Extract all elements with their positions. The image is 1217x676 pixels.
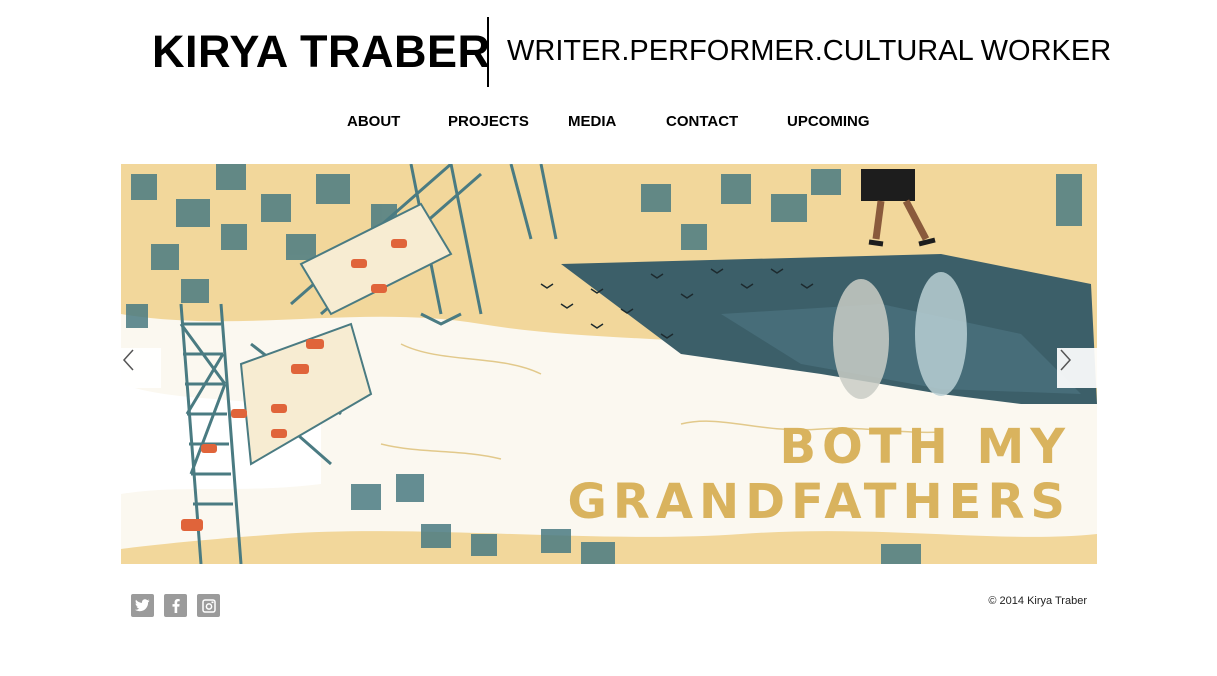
header-divider <box>487 17 489 87</box>
slide-title-line2: GRANDFATHERS <box>567 474 1071 530</box>
chevron-right-icon <box>1060 349 1072 371</box>
slider-prev-button[interactable] <box>121 348 161 388</box>
twitter-link[interactable] <box>131 594 154 617</box>
copyright-text: © 2014 Kirya Traber <box>988 595 1087 607</box>
facebook-link[interactable] <box>164 594 187 617</box>
nav-item-media[interactable]: MEDIA <box>568 112 616 132</box>
instagram-icon <box>201 598 216 613</box>
hero-slider: BOTH MY GRANDFATHERS <box>121 164 1097 564</box>
slider-next-button[interactable] <box>1057 348 1097 388</box>
facebook-icon <box>172 598 180 613</box>
site-name[interactable]: KIRYA TRABER <box>152 26 491 78</box>
twitter-icon <box>135 599 150 612</box>
nav-item-contact[interactable]: CONTACT <box>666 112 738 132</box>
site-header: KIRYA TRABER WRITER.PERFORMER.CULTURAL W… <box>0 0 1217 100</box>
nav-item-projects[interactable]: PROJECTS <box>448 112 529 132</box>
site-tagline: WRITER.PERFORMER.CULTURAL WORKER <box>507 35 1112 67</box>
slide-title-line1: BOTH MY <box>779 419 1071 475</box>
main-nav: ABOUT PROJECTS MEDIA CONTACT UPCOMING <box>0 112 1217 132</box>
nav-item-upcoming[interactable]: UPCOMING <box>787 112 870 132</box>
chevron-left-icon <box>122 349 134 371</box>
instagram-link[interactable] <box>197 594 220 617</box>
nav-item-about[interactable]: ABOUT <box>347 112 400 132</box>
